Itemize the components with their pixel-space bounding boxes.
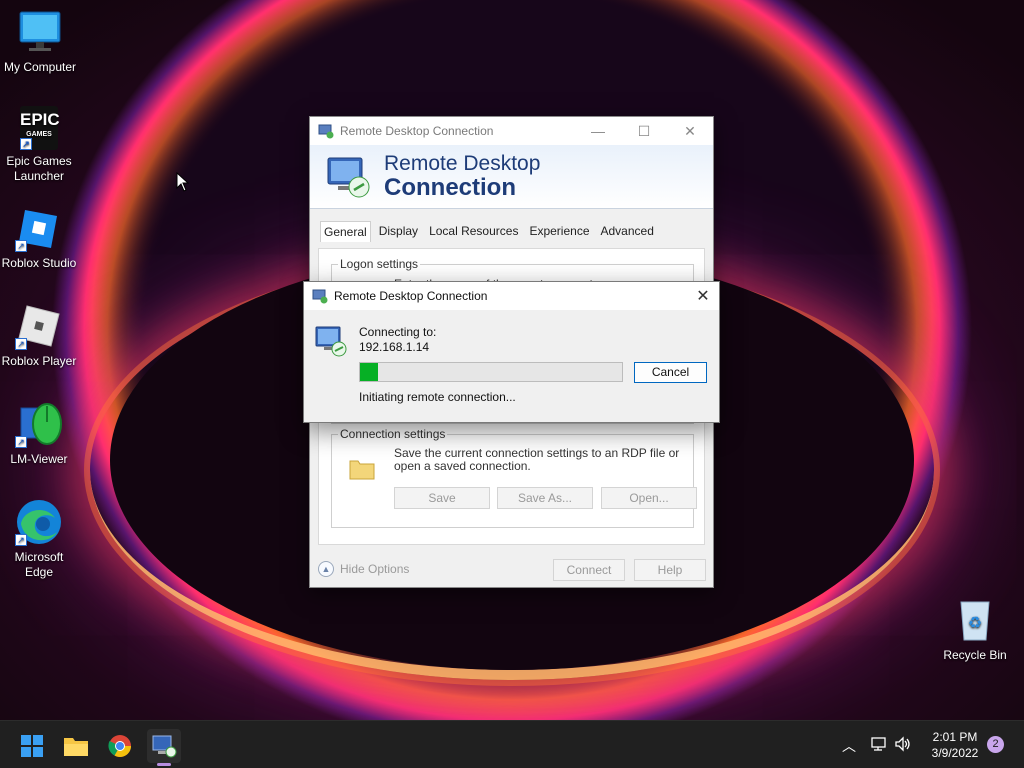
rdp-banner: Remote Desktop Connection [310,145,713,209]
desktop-icon-roblox-studio[interactable]: ↗ Roblox Studio [0,204,79,271]
connecting-dialog-title: Remote Desktop Connection [334,289,488,303]
recycle-bin-icon: ♻ [951,596,999,644]
rdp-tabs: General Display Local Resources Experien… [310,209,713,242]
connection-settings-label: Connection settings [338,427,448,441]
logon-settings-label: Logon settings [338,257,421,271]
desktop-icon-label: Epic Games [6,154,72,168]
desktop: My Computer EPIC GAMES ↗ Epic Games Laun… [0,0,1024,720]
desktop-icon-lm-viewer[interactable]: ↗ LM-Viewer [0,400,79,467]
rdp-window-title: Remote Desktop Connection [340,124,494,138]
rdp-titlebar[interactable]: Remote Desktop Connection — ☐ ✕ [310,117,713,145]
taskbar-chrome[interactable] [103,729,137,763]
start-button[interactable] [15,729,49,763]
remote-desktop-icon [318,124,334,139]
desktop-icon-label: Microsoft [14,550,64,564]
banner-title-line2: Connection [384,173,516,201]
tab-display[interactable]: Display [376,221,421,242]
volume-icon[interactable] [894,735,912,753]
connection-settings-group: Connection settings Save the current con… [331,427,697,528]
taskbar: ︿ 2:01 PM 3/9/2022 2 [0,720,1024,768]
banner-title-line1: Remote Desktop [384,151,541,175]
desktop-icon-microsoft-edge[interactable]: ↗ Microsoft Edge [0,498,79,580]
desktop-icon-epic-games[interactable]: EPIC GAMES ↗ Epic Games Launcher [0,106,79,184]
roblox-studio-icon: ↗ [15,204,63,252]
epic-games-icon: EPIC GAMES ↗ [20,106,60,150]
remote-desktop-icon [152,735,177,758]
notification-badge[interactable]: 2 [987,736,1004,753]
tab-advanced[interactable]: Advanced [598,221,657,242]
desktop-icon-roblox-player[interactable]: ↗ Roblox Player [0,302,79,369]
lm-viewer-icon: ↗ [15,400,63,448]
open-button[interactable]: Open... [601,487,697,509]
active-app-indicator [157,763,171,766]
network-icon[interactable] [870,735,888,753]
desktop-icon-label: Launcher [13,169,65,183]
svg-text:♻: ♻ [968,615,982,632]
shortcut-arrow-icon: ↗ [15,338,27,350]
shortcut-arrow-icon: ↗ [15,534,27,546]
clock-date: 3/9/2022 [931,746,979,760]
connect-button[interactable]: Connect [553,559,625,581]
clock[interactable]: 2:01 PM 3/9/2022 [924,729,986,761]
connection-progress-bar [359,362,623,382]
shortcut-arrow-icon: ↗ [15,240,27,252]
connecting-dialog-titlebar[interactable]: Remote Desktop Connection ✕ [304,282,719,310]
tab-general[interactable]: General [320,221,371,242]
taskbar-file-explorer[interactable] [59,729,93,763]
folder-icon [349,460,375,480]
desktop-icon-recycle-bin[interactable]: ♻ Recycle Bin [935,596,1015,663]
desktop-icon-label: Edge [24,565,54,579]
tab-experience[interactable]: Experience [526,221,592,242]
help-button[interactable]: Help [634,559,706,581]
maximize-button[interactable]: ☐ [621,117,667,145]
remote-desktop-icon [312,289,328,304]
progress-fill [360,363,379,381]
minimize-button[interactable]: — [575,117,621,145]
save-as-button[interactable]: Save As... [497,487,593,509]
desktop-icon-label: LM-Viewer [10,452,68,466]
tab-local-resources[interactable]: Local Resources [426,221,521,242]
epic-logo-text: EPIC [20,110,60,129]
hide-options-toggle[interactable]: ▲ Hide Options [318,561,409,577]
file-explorer-icon [64,738,88,756]
remote-desktop-large-icon [327,157,370,197]
connection-settings-text: Save the current connection settings to … [394,446,680,473]
taskbar-remote-desktop[interactable] [147,729,181,766]
close-button[interactable]: ✕ [667,117,713,145]
mouse-pointer-icon [176,172,190,192]
chevron-up-icon: ▲ [318,561,334,577]
connecting-to-label: Connecting to: [359,325,437,339]
roblox-player-icon: ↗ [15,302,63,350]
save-button[interactable]: Save [394,487,490,509]
monitor-icon [16,8,64,56]
remote-address: 192.168.1.14 [359,340,430,354]
connection-status-text: Initiating remote connection... [359,390,516,404]
clock-time: 2:01 PM [932,730,978,744]
shortcut-arrow-icon: ↗ [15,436,27,448]
desktop-icon-my-computer[interactable]: My Computer [0,8,80,75]
chevron-up-icon[interactable]: ︿ [842,736,856,756]
windows-start-icon [21,735,43,757]
close-icon[interactable]: ✕ [687,286,719,306]
cancel-button[interactable]: Cancel [634,362,707,383]
edge-icon: ↗ [15,498,63,546]
desktop-icon-label: My Computer [3,60,77,74]
shortcut-arrow-icon: ↗ [20,138,32,150]
desktop-icon-label: Recycle Bin [943,648,1007,662]
connecting-dialog: Remote Desktop Connection ✕ Connecting t… [303,281,720,423]
remote-desktop-computer-icon [315,326,347,357]
hide-options-label: Hide Options [340,562,410,576]
desktop-icon-label: Roblox Player [1,354,77,368]
desktop-icon-label: Roblox Studio [1,256,77,270]
chrome-icon [108,735,131,757]
